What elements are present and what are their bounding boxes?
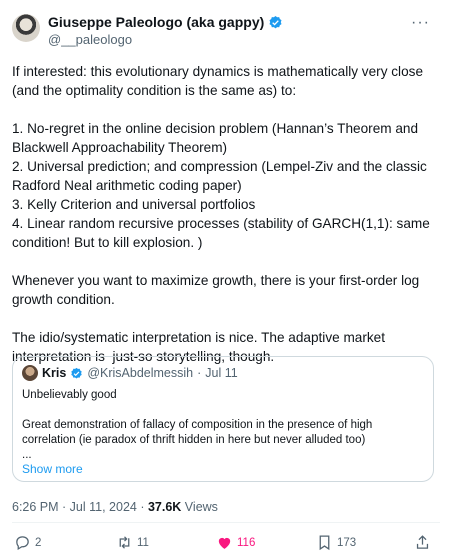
tweet-date[interactable]: Jul 11, 2024 (70, 500, 137, 514)
more-dots-icon[interactable]: ··· (411, 14, 430, 32)
bookmark-button[interactable]: 173 (316, 534, 356, 551)
quoted-author-handle: @KrisAbdelmessih (87, 366, 194, 380)
tweet-meta: 6:26 PM · Jul 11, 2024 · 37.6K Views (12, 500, 218, 514)
quoted-author-avatar (22, 365, 38, 381)
reply-count: 2 (35, 536, 42, 549)
author-handle[interactable]: @__paleologo (48, 32, 132, 47)
quoted-date: Jul 11 (205, 366, 238, 380)
heart-icon (218, 537, 231, 549)
reply-button[interactable]: 2 (14, 534, 41, 551)
views-label: Views (181, 500, 218, 514)
tweet-text: If interested: this evolutionary dynamic… (12, 64, 430, 364)
like-count: 116 (237, 536, 256, 549)
action-bar: 2 11 116 173 (0, 534, 452, 556)
verified-badge-icon (269, 15, 282, 28)
meta-separator: · (136, 500, 148, 514)
repost-button[interactable]: 11 (116, 534, 149, 551)
tweet: Giuseppe Paleologo (aka gappy) @__paleol… (0, 0, 452, 560)
author-name-row: Giuseppe Paleologo (aka gappy) (48, 14, 283, 30)
quoted-separator: · (197, 366, 202, 380)
like-button[interactable]: 116 (216, 534, 255, 551)
repost-count: 11 (137, 536, 149, 549)
quoted-author-name: Kris (42, 366, 67, 380)
quoted-tweet[interactable]: Kris @KrisAbdelmessih · Jul 11 Unbelieva… (12, 356, 434, 482)
author-name[interactable]: Giuseppe Paleologo (aka gappy) (48, 14, 264, 30)
show-more-link[interactable]: Show more (22, 462, 83, 476)
reply-icon (16, 536, 29, 551)
author-avatar[interactable] (12, 14, 40, 42)
meta-separator: · (58, 500, 70, 514)
share-button[interactable] (414, 534, 431, 551)
views-count: 37.6K (147, 500, 182, 514)
divider (12, 522, 440, 523)
verified-badge-icon (71, 367, 83, 379)
quoted-tweet-header: Kris @KrisAbdelmessih · Jul 11 (22, 365, 238, 381)
repost-icon (119, 536, 130, 549)
bookmark-count: 173 (337, 536, 357, 549)
quoted-tweet-text: Unbelievably good Great demonstration of… (22, 389, 373, 461)
tweet-time[interactable]: 6:26 PM (12, 500, 59, 514)
bookmark-icon (319, 535, 330, 551)
share-icon (416, 535, 429, 549)
